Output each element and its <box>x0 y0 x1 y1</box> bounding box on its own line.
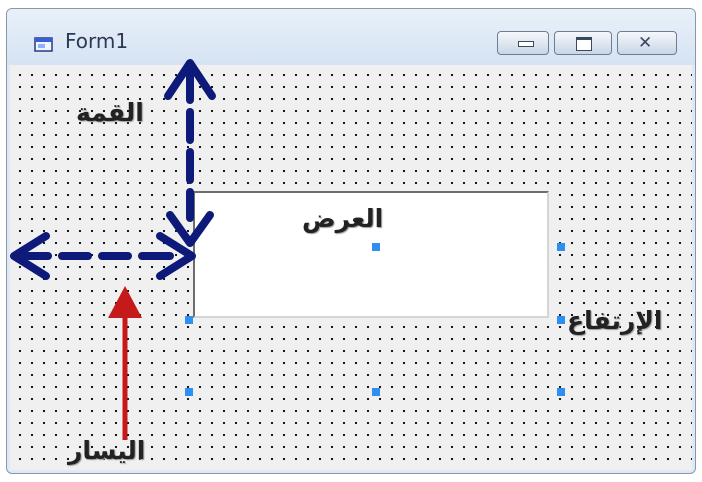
height-label: الإرتفاع <box>567 306 663 335</box>
top-label: القمة <box>76 98 144 127</box>
left-label: اليسار <box>68 436 146 465</box>
top-arrow <box>164 59 216 247</box>
left-arrow <box>10 232 196 280</box>
width-label: العرض <box>302 204 384 233</box>
left-position-arrow <box>108 286 142 440</box>
annotation-overlay <box>10 59 216 440</box>
